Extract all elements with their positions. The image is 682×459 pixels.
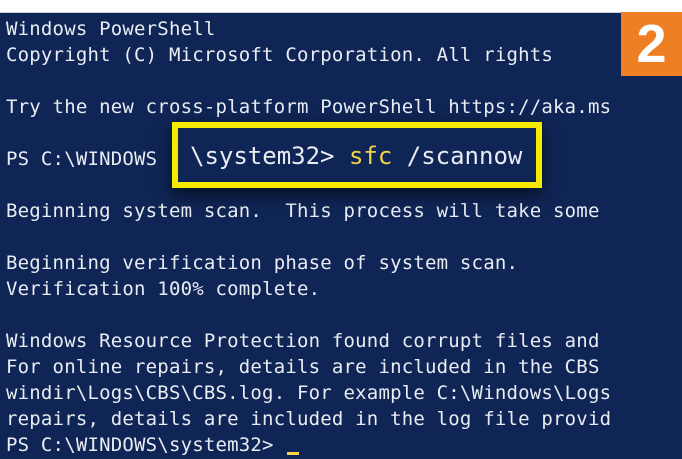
- console-verify-begin-line: Beginning verification phase of system s…: [6, 252, 519, 274]
- console-copyright-line: Copyright (C) Microsoft Corporation. All…: [6, 44, 554, 66]
- console-result-line-3: windir\Logs\CBS\CBS.log. For example C:\…: [6, 382, 612, 404]
- callout-argument: /scannow: [392, 142, 523, 170]
- console-result-line-1: Windows Resource Protection found corrup…: [6, 330, 600, 352]
- console-result-line-4: repairs, details are included in the log…: [6, 408, 612, 430]
- callout-command: sfc: [348, 142, 393, 170]
- console-verify-complete-line: Verification 100% complete.: [6, 278, 321, 300]
- screenshot-frame: Windows PowerShell Copyright (C) Microso…: [0, 0, 682, 459]
- console-final-prompt-line[interactable]: PS C:\WINDOWS\system32>: [6, 432, 300, 458]
- text-cursor: [287, 452, 300, 455]
- console-result-line-2: For online repairs, details are included…: [6, 356, 600, 378]
- step-number-badge: 2: [621, 12, 682, 76]
- console-title-line: Windows PowerShell: [6, 18, 216, 40]
- command-callout-highlight: \system32> sfc /scannow: [172, 122, 542, 188]
- callout-command-line: \system32> sfc /scannow: [190, 141, 522, 171]
- console-prompt-fragment: PS C:\WINDOWS: [6, 148, 158, 170]
- console-final-prompt: PS C:\WINDOWS\system32>: [6, 434, 286, 456]
- console-try-line: Try the new cross-platform PowerShell ht…: [6, 96, 612, 118]
- console-scan-begin-line: Beginning system scan. This process will…: [6, 200, 600, 222]
- callout-path: \system32>: [190, 142, 349, 170]
- powershell-console[interactable]: Windows PowerShell Copyright (C) Microso…: [0, 12, 682, 459]
